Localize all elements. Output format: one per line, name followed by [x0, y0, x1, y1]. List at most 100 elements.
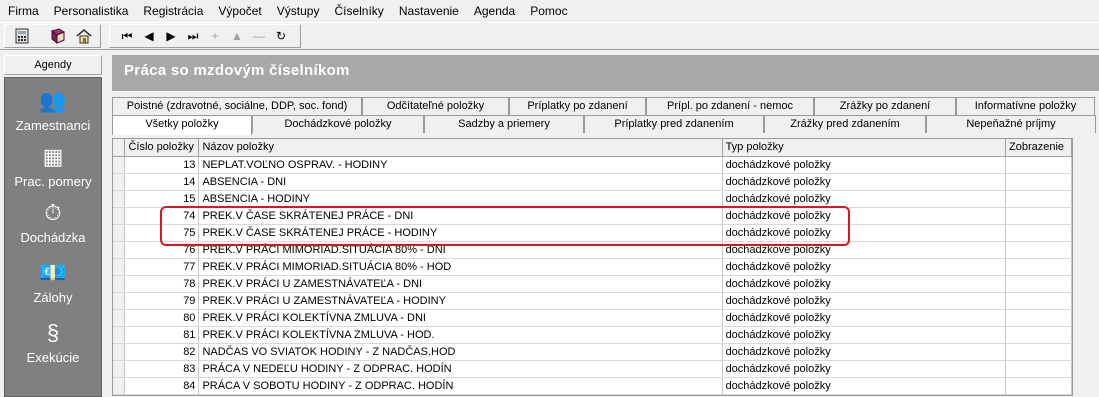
next-record-button[interactable]: ▶ [160, 25, 182, 47]
row-indicator[interactable] [113, 343, 126, 361]
table-row[interactable]: 15 ABSENCIA - HODINY dochádzkové položky [113, 190, 1072, 208]
vertical-scrollbar[interactable] [1073, 138, 1099, 396]
row-indicator[interactable] [113, 173, 126, 191]
cell-zobrazenie [1005, 309, 1072, 327]
table-row[interactable]: 82 NADČAS VO SVIATOK HODINY - Z NADČAS.HO… [113, 343, 1072, 361]
tab-tabs_row2-1[interactable]: Dochádzkové položky [252, 115, 424, 133]
table-row[interactable]: 77 PREK.V PRÁCI MIMORIAD.SITUÁCIA 80% - H… [113, 258, 1072, 276]
row-indicator[interactable] [113, 190, 126, 208]
row-indicator[interactable] [113, 326, 126, 344]
menu-item-7[interactable]: Agenda [466, 0, 522, 22]
tab-tabs_row2-2[interactable]: Sadzby a priemery [424, 115, 584, 133]
cell-cislo: 81 [124, 326, 200, 344]
row-indicator[interactable] [113, 258, 126, 276]
cell-nazov: PREK.V PRÁCI MIMORIAD.SITUÁCIA 80% - DNI [198, 241, 723, 259]
add-record-button[interactable]: + [204, 25, 226, 47]
menu-item-0[interactable]: Firma [0, 0, 46, 22]
table-row[interactable]: 76 PREK.V PRÁCI MIMORIAD.SITUÁCIA 80% - D… [113, 241, 1072, 259]
row-indicator[interactable] [113, 292, 126, 310]
cell-cislo: 14 [124, 173, 200, 191]
table-row[interactable]: 81 PREK.V PRÁCI KOLEKTÍVNA ZMLUVA - HOD. d… [113, 326, 1072, 344]
row-indicator[interactable] [113, 360, 126, 378]
cell-cislo: 82 [124, 343, 200, 361]
sidebar-item-label: Prac. pomery [14, 174, 92, 189]
tab-tabs_row1-3[interactable]: Prípl. po zdanení - nemoc [646, 97, 814, 115]
tab-tabs_row1-4[interactable]: Zrážky po zdanení [814, 97, 956, 115]
menu-item-1[interactable]: Personalistika [46, 0, 136, 22]
last-record-button[interactable]: ⏭ [182, 25, 204, 47]
tab-tabs_row1-5[interactable]: Informatívne položky [956, 97, 1095, 115]
first-record-button[interactable]: ⏮ [116, 25, 138, 47]
cell-typ: dochádzkové položky [722, 275, 1006, 293]
column-header-2[interactable]: Typ položky [722, 139, 1006, 157]
tab-tabs_row1-1[interactable]: Odčítateľné položky [362, 97, 509, 115]
sidebar-item-3[interactable]: 💶 Zálohy [5, 256, 101, 305]
tab-tabs_row2-0[interactable]: Všetky položky [112, 115, 252, 135]
menu-item-2[interactable]: Registrácia [135, 0, 210, 22]
row-indicator[interactable] [113, 207, 126, 225]
menu-item-5[interactable]: Číselníky [326, 0, 390, 22]
menu-item-6[interactable]: Nastavenie [391, 0, 466, 22]
row-indicator[interactable] [113, 309, 126, 327]
tab-tabs_row1-0[interactable]: Poistné (zdravotné, sociálne, DDP, soc. … [112, 97, 362, 115]
cell-zobrazenie [1005, 156, 1072, 174]
row-indicator[interactable] [113, 377, 126, 395]
table-row[interactable]: 13 NEPLAT.VOĽNO OSPRAV. - HODINY dochádzko… [113, 156, 1072, 174]
tab-row-1: Poistné (zdravotné, sociálne, DDP, soc. … [112, 97, 1095, 115]
table-row[interactable]: 84 PRÁCA V SOBOTU HODINY - Z ODPRAC. HODÍ… [113, 377, 1072, 395]
cell-cislo: 77 [124, 258, 200, 276]
calculator-icon[interactable] [11, 25, 33, 47]
cell-cislo: 84 [124, 377, 200, 395]
column-header-0[interactable]: Číslo položky [124, 139, 200, 157]
org-chart-icon: ▦ [42, 144, 64, 169]
tab-tabs_row2-3[interactable]: Príplatky pred zdanením [584, 115, 764, 133]
sidebar-item-0[interactable]: 👥 Zamestnanci [5, 84, 101, 133]
cell-nazov: NEPLAT.VOĽNO OSPRAV. - HODINY [198, 156, 723, 174]
table-row[interactable]: 83 PRÁCA V NEDEĽU HODINY - Z ODPRAC. HODÍ… [113, 360, 1072, 378]
up-record-button[interactable]: ▲ [226, 25, 248, 47]
home-icon[interactable] [73, 25, 95, 47]
cell-zobrazenie [1005, 292, 1072, 310]
cell-zobrazenie [1005, 224, 1072, 242]
tab-tabs_row1-2[interactable]: Príplatky po zdanení [509, 97, 646, 115]
refresh-button[interactable]: ↻ [270, 25, 292, 47]
cell-nazov: PREK.V ČASE SKRÁTENEJ PRÁCE - HODINY [198, 224, 723, 242]
row-indicator[interactable] [113, 275, 126, 293]
table-row[interactable]: 14 ABSENCIA - DNI dochádzkové položky [113, 173, 1072, 191]
cell-nazov: ABSENCIA - HODINY [198, 190, 723, 208]
table-row[interactable]: 74 PREK.V ČASE SKRÁTENEJ PRÁCE - DNI dochá… [113, 207, 1072, 225]
cell-zobrazenie [1005, 275, 1072, 293]
main-panel: Práca so mzdovým číselníkom Poistné (zdr… [112, 55, 1099, 396]
column-header-1[interactable]: Názov položky [198, 139, 723, 157]
row-indicator[interactable] [113, 241, 126, 259]
items-grid: Číslo položky Názov položky Typ položky Zob… [112, 138, 1073, 396]
menu-item-8[interactable]: Pomoc [522, 0, 574, 22]
tab-tabs_row2-4[interactable]: Zrážky pred zdanením [764, 115, 926, 133]
column-header-3[interactable]: Zobrazenie [1005, 139, 1072, 157]
cell-zobrazenie [1005, 377, 1072, 395]
sidebar-item-1[interactable]: ▦ Prac. pomery [5, 140, 101, 189]
row-indicator[interactable] [113, 224, 126, 242]
sidebar-item-2[interactable]: ⏱ Dochádzka [5, 196, 101, 245]
cell-zobrazenie [1005, 360, 1072, 378]
table-row[interactable]: 79 PREK.V PRÁCI U ZAMESTNÁVATEĽA - HODINY… [113, 292, 1072, 310]
delete-record-button[interactable]: — [248, 25, 270, 47]
prev-record-button[interactable]: ◀ [138, 25, 160, 47]
book-icon[interactable] [47, 25, 69, 47]
table-row[interactable]: 75 PREK.V ČASE SKRÁTENEJ PRÁCE - HODINY do… [113, 224, 1072, 242]
cell-zobrazenie [1005, 258, 1072, 276]
menu-item-3[interactable]: Výpočet [210, 0, 268, 22]
table-row[interactable]: 80 PREK.V PRÁCI KOLEKTÍVNA ZMLUVA - DNI do… [113, 309, 1072, 327]
cell-cislo: 74 [124, 207, 200, 225]
cell-nazov: PREK.V PRÁCI KOLEKTÍVNA ZMLUVA - HOD. [198, 326, 723, 344]
row-indicator[interactable] [113, 156, 126, 174]
tab-tabs_row2-5[interactable]: Nepeňažné príjmy [926, 115, 1096, 133]
sidebar-item-4[interactable]: § Exekúcie [5, 316, 101, 365]
cell-nazov: PREK.V PRÁCI U ZAMESTNÁVATEĽA - DNI [198, 275, 723, 293]
cell-nazov: PRÁCA V SOBOTU HODINY - Z ODPRAC. HODÍN [198, 377, 723, 395]
sidebar-item-label: Zamestnanci [15, 118, 91, 133]
table-row[interactable]: 78 PREK.V PRÁCI U ZAMESTNÁVATEĽA - DNI doc… [113, 275, 1072, 293]
money-icon: 💶 [39, 260, 67, 285]
menu-item-4[interactable]: Výstupy [269, 0, 327, 22]
cell-nazov: PRÁCA V NEDEĽU HODINY - Z ODPRAC. HODÍN [198, 360, 723, 378]
